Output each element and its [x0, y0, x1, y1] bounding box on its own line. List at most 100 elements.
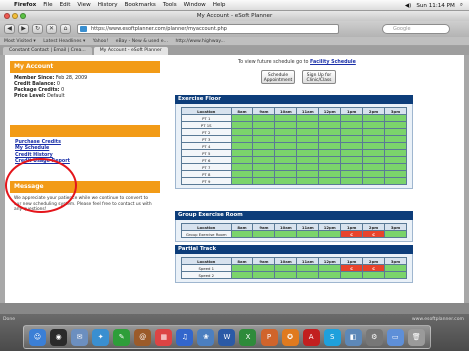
open-slot[interactable] — [362, 177, 386, 185]
menu-help[interactable]: Help — [213, 2, 226, 8]
tab-my-account[interactable]: My Account - eSoft Planner — [93, 47, 168, 55]
open-slot[interactable] — [318, 135, 342, 143]
excel-icon[interactable]: X — [239, 328, 257, 346]
skype-icon[interactable]: S — [323, 328, 341, 346]
open-slot[interactable] — [274, 177, 298, 185]
open-slot[interactable] — [296, 149, 320, 157]
open-slot[interactable] — [252, 128, 276, 136]
open-slot[interactable] — [362, 156, 386, 164]
open-slot[interactable] — [230, 177, 254, 185]
open-slot[interactable] — [274, 121, 298, 129]
finder-icon[interactable]: ☺ — [29, 328, 47, 346]
open-slot[interactable] — [296, 121, 320, 129]
open-slot[interactable] — [274, 230, 298, 238]
open-slot[interactable] — [384, 156, 407, 164]
open-slot[interactable] — [318, 149, 342, 157]
open-slot[interactable] — [274, 264, 298, 272]
open-slot[interactable] — [230, 142, 254, 150]
open-slot[interactable] — [362, 128, 386, 136]
open-slot[interactable] — [274, 271, 298, 279]
folder-icon[interactable]: ▭ — [386, 328, 404, 346]
back-icon[interactable]: ◀ — [4, 24, 15, 34]
open-slot[interactable] — [362, 142, 386, 150]
open-slot[interactable] — [340, 163, 364, 171]
open-slot[interactable] — [252, 163, 276, 171]
open-slot[interactable] — [252, 149, 276, 157]
open-slot[interactable] — [384, 230, 407, 238]
open-slot[interactable] — [296, 114, 320, 122]
sysprefs-icon[interactable]: ⚙ — [365, 328, 383, 346]
menu-bookmarks[interactable]: Bookmarks — [125, 2, 156, 8]
open-slot[interactable] — [274, 128, 298, 136]
open-slot[interactable] — [230, 170, 254, 178]
open-slot[interactable] — [318, 114, 342, 122]
open-slot[interactable] — [362, 170, 386, 178]
open-slot[interactable] — [296, 142, 320, 150]
open-slot[interactable] — [340, 149, 364, 157]
open-slot[interactable] — [384, 264, 407, 272]
safari-icon[interactable]: ✦ — [92, 328, 110, 346]
addressbook-icon[interactable]: @ — [134, 328, 152, 346]
open-slot[interactable] — [252, 271, 276, 279]
powerpoint-icon[interactable]: P — [260, 328, 278, 346]
open-slot[interactable] — [274, 142, 298, 150]
open-slot[interactable] — [340, 114, 364, 122]
open-slot[interactable] — [252, 230, 276, 238]
facility-schedule-link[interactable]: Facility Schedule — [310, 60, 356, 65]
open-slot[interactable] — [318, 121, 342, 129]
open-slot[interactable] — [274, 170, 298, 178]
open-slot[interactable] — [252, 156, 276, 164]
word-icon[interactable]: W — [218, 328, 236, 346]
itunes-icon[interactable]: ♫ — [176, 328, 194, 346]
open-slot[interactable] — [274, 163, 298, 171]
bookmark-item[interactable]: Most Visited ▾ — [4, 39, 36, 44]
bookmark-item[interactable]: Latest Headlines ▾ — [43, 39, 85, 44]
open-slot[interactable] — [384, 128, 407, 136]
acrobat-icon[interactable]: A — [302, 328, 320, 346]
open-slot[interactable] — [296, 177, 320, 185]
zoom-window-icon[interactable] — [20, 13, 26, 19]
sign-up-clinic-button[interactable]: Sign Up for Clinic/Class — [302, 70, 336, 84]
dashboard-icon[interactable]: ◉ — [50, 328, 68, 346]
menu-edit[interactable]: Edit — [60, 2, 71, 8]
open-slot[interactable] — [274, 149, 298, 157]
bookmark-item[interactable]: Yahoo! — [93, 39, 108, 44]
open-slot[interactable] — [340, 128, 364, 136]
open-slot[interactable] — [296, 271, 320, 279]
iphoto-icon[interactable]: ❀ — [197, 328, 215, 346]
stop-icon[interactable]: ✕ — [46, 24, 57, 34]
ical-icon[interactable]: ▦ — [155, 328, 173, 346]
minimize-window-icon[interactable] — [12, 13, 18, 19]
booked-slot[interactable]: C — [340, 264, 364, 272]
preview-icon[interactable]: ◧ — [344, 328, 362, 346]
spotlight-icon[interactable]: ⌕ — [460, 2, 463, 9]
menu-history[interactable]: History — [98, 2, 118, 8]
menu-window[interactable]: Window — [184, 2, 206, 8]
open-slot[interactable] — [340, 135, 364, 143]
open-slot[interactable] — [384, 121, 407, 129]
open-slot[interactable] — [318, 128, 342, 136]
open-slot[interactable] — [362, 114, 386, 122]
menubar-clock[interactable]: Sun 11:14 PM — [416, 3, 455, 9]
open-slot[interactable] — [340, 142, 364, 150]
open-slot[interactable] — [252, 170, 276, 178]
close-window-icon[interactable] — [4, 13, 10, 19]
home-icon[interactable]: ⌂ — [60, 24, 71, 34]
open-slot[interactable] — [340, 177, 364, 185]
open-slot[interactable] — [296, 135, 320, 143]
booked-slot[interactable]: C — [362, 264, 386, 272]
booked-slot[interactable]: C — [340, 230, 364, 238]
open-slot[interactable] — [274, 114, 298, 122]
open-slot[interactable] — [362, 135, 386, 143]
open-slot[interactable] — [296, 128, 320, 136]
firefox-icon[interactable]: ✪ — [281, 328, 299, 346]
booked-slot[interactable]: C — [362, 230, 386, 238]
volume-icon[interactable]: ◀) — [405, 3, 411, 9]
open-slot[interactable] — [296, 163, 320, 171]
open-slot[interactable] — [230, 121, 254, 129]
open-slot[interactable] — [340, 170, 364, 178]
open-slot[interactable] — [252, 177, 276, 185]
open-slot[interactable] — [230, 271, 254, 279]
open-slot[interactable] — [384, 114, 407, 122]
open-slot[interactable] — [362, 149, 386, 157]
